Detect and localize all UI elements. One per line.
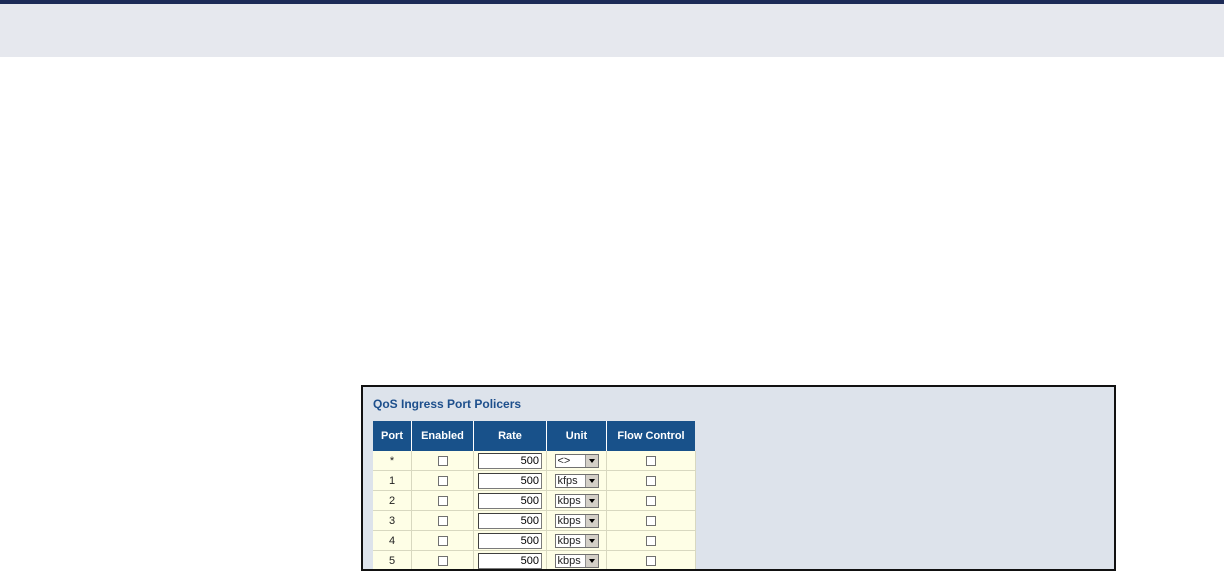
unit-select-value: kbps <box>557 514 581 527</box>
table-row: 1 kfps <box>373 470 696 491</box>
unit-select-value: kbps <box>557 534 581 547</box>
rate-input[interactable] <box>478 532 542 549</box>
rate-input[interactable] <box>478 492 542 509</box>
enabled-cell <box>411 550 474 569</box>
chevron-down-icon <box>588 498 595 503</box>
chevron-down-icon <box>588 458 595 463</box>
unit-select[interactable]: kbps <box>554 493 599 508</box>
flow-control-cell <box>606 470 696 491</box>
unit-select[interactable]: <> <box>554 453 599 468</box>
top-band <box>0 4 1224 57</box>
rate-input[interactable] <box>478 552 542 569</box>
enabled-cell <box>411 530 474 551</box>
policers-table-body: * <> 1 kfps 2 kbps 3 kbps 4 kbps 5 kbps <box>373 451 696 569</box>
flow-control-cell <box>606 530 696 551</box>
header-flow-control: Flow Control <box>606 421 695 451</box>
enabled-cell <box>411 490 474 511</box>
enabled-checkbox[interactable] <box>437 475 448 486</box>
header-port: Port <box>373 421 412 451</box>
port-cell: 2 <box>373 490 412 511</box>
flow-control-checkbox[interactable] <box>645 475 656 486</box>
chevron-down-icon <box>588 558 595 563</box>
rate-cell <box>473 550 547 569</box>
flow-control-cell <box>606 510 696 531</box>
header-enabled: Enabled <box>411 421 474 451</box>
chevron-down-icon <box>588 478 595 483</box>
dropdown-button[interactable] <box>584 534 598 547</box>
enabled-checkbox[interactable] <box>437 515 448 526</box>
dropdown-button[interactable] <box>584 554 598 567</box>
unit-cell: kbps <box>546 530 607 551</box>
unit-cell: kfps <box>546 470 607 491</box>
dropdown-button[interactable] <box>584 474 598 487</box>
enabled-checkbox[interactable] <box>437 535 448 546</box>
unit-cell: kbps <box>546 490 607 511</box>
unit-select[interactable]: kbps <box>554 513 599 528</box>
panel-title: QoS Ingress Port Policers <box>373 397 522 411</box>
flow-control-checkbox[interactable] <box>645 555 656 566</box>
flow-control-checkbox[interactable] <box>645 455 656 466</box>
enabled-checkbox[interactable] <box>437 495 448 506</box>
flow-control-cell <box>606 451 696 471</box>
flow-control-checkbox[interactable] <box>645 535 656 546</box>
unit-select[interactable]: kbps <box>554 533 599 548</box>
rate-cell <box>473 451 547 471</box>
table-row: 3 kbps <box>373 510 696 531</box>
table-row: 4 kbps <box>373 530 696 551</box>
port-cell: 4 <box>373 530 412 551</box>
flow-control-cell <box>606 550 696 569</box>
enabled-cell <box>411 510 474 531</box>
table-row: 2 kbps <box>373 490 696 511</box>
header-unit: Unit <box>546 421 607 451</box>
port-cell: 3 <box>373 510 412 531</box>
port-cell: 1 <box>373 470 412 491</box>
rate-cell <box>473 490 547 511</box>
enabled-checkbox[interactable] <box>437 455 448 466</box>
enabled-cell <box>411 470 474 491</box>
table-row: 5 kbps <box>373 550 696 569</box>
unit-select[interactable]: kbps <box>554 553 599 568</box>
rate-input[interactable] <box>478 472 542 489</box>
unit-cell: <> <box>546 451 607 471</box>
table-row: * <> <box>373 451 696 471</box>
unit-select-value: kfps <box>557 474 578 487</box>
dropdown-button[interactable] <box>584 494 598 507</box>
chevron-down-icon <box>588 518 595 523</box>
rate-input[interactable] <box>478 452 542 469</box>
unit-select-value: kbps <box>557 494 581 507</box>
unit-cell: kbps <box>546 510 607 531</box>
qos-policers-panel: QoS Ingress Port Policers Port Enabled R… <box>361 385 1116 571</box>
header-rate: Rate <box>473 421 547 451</box>
rate-cell <box>473 530 547 551</box>
policers-table: Port Enabled Rate Unit Flow Control * <> 1… <box>373 421 696 569</box>
flow-control-checkbox[interactable] <box>645 515 656 526</box>
chevron-down-icon <box>588 538 595 543</box>
unit-select-value: <> <box>557 454 571 467</box>
unit-select[interactable]: kfps <box>554 473 599 488</box>
dropdown-button[interactable] <box>584 514 598 527</box>
port-cell: 5 <box>373 550 412 569</box>
rate-input[interactable] <box>478 512 542 529</box>
header-row: Port Enabled Rate Unit Flow Control <box>373 421 695 451</box>
enabled-checkbox[interactable] <box>437 555 448 566</box>
dropdown-button[interactable] <box>584 454 598 467</box>
unit-select-value: kbps <box>557 554 581 567</box>
flow-control-checkbox[interactable] <box>645 495 656 506</box>
port-cell: * <box>373 451 412 471</box>
enabled-cell <box>411 451 474 471</box>
rate-cell <box>473 470 547 491</box>
rate-cell <box>473 510 547 531</box>
unit-cell: kbps <box>546 550 607 569</box>
flow-control-cell <box>606 490 696 511</box>
